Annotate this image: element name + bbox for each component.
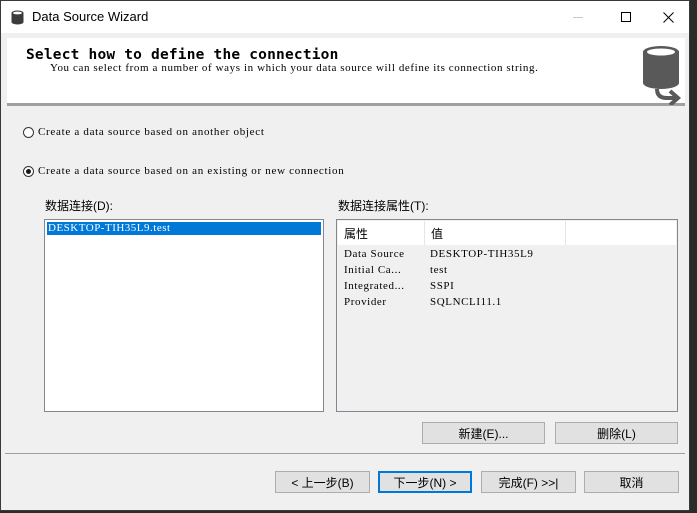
next-button[interactable]: 下一步(N) > bbox=[378, 471, 472, 493]
data-source-wizard-window: Data Source Wizard Select how to define … bbox=[0, 0, 690, 511]
maximize-button[interactable] bbox=[603, 1, 649, 33]
property-key: Provider bbox=[344, 296, 387, 308]
connections-label: 数据连接(D): bbox=[45, 199, 113, 213]
property-value: DESKTOP-TIH35L9 bbox=[430, 248, 534, 260]
delete-connection-button[interactable]: 删除(L) bbox=[555, 422, 678, 444]
radio-button[interactable] bbox=[23, 126, 34, 138]
database-arrow-icon bbox=[643, 46, 682, 105]
column-header[interactable]: 值 bbox=[425, 221, 566, 245]
wizard-header: Select how to define the connection You … bbox=[7, 38, 685, 106]
separator bbox=[5, 453, 685, 454]
minimize-button[interactable] bbox=[555, 1, 601, 33]
page-description: You can select from a number of ways in … bbox=[50, 62, 539, 74]
property-key: Initial Ca... bbox=[344, 264, 402, 276]
properties-grid[interactable]: 属性 值 Data Source DESKTOP-TIH35L9 Initial… bbox=[336, 219, 678, 412]
close-button[interactable] bbox=[645, 1, 691, 33]
back-button[interactable]: < 上一步(B) bbox=[275, 471, 370, 493]
page-title: Select how to define the connection bbox=[26, 47, 339, 63]
property-value: SQLNCLI11.1 bbox=[430, 296, 502, 308]
properties-label: 数据连接属性(T): bbox=[338, 199, 429, 213]
property-value: SSPI bbox=[430, 280, 455, 292]
property-key: Integrated... bbox=[344, 280, 405, 292]
option-label: Create a data source based on an existin… bbox=[38, 165, 345, 177]
finish-button[interactable]: 完成(F) >>| bbox=[481, 471, 576, 493]
cancel-button[interactable]: 取消 bbox=[584, 471, 679, 493]
property-value: test bbox=[430, 264, 448, 276]
maximize-icon bbox=[620, 11, 631, 22]
option-another-object[interactable]: Create a data source based on another ob… bbox=[23, 126, 265, 138]
minimize-icon bbox=[572, 16, 583, 18]
radio-button-selected[interactable] bbox=[23, 165, 34, 177]
title-bar[interactable]: Data Source Wizard bbox=[1, 1, 689, 33]
option-label: Create a data source based on another ob… bbox=[38, 126, 265, 138]
close-icon bbox=[662, 11, 674, 23]
database-icon bbox=[11, 10, 24, 25]
list-item[interactable]: DESKTOP-TIH35L9.test bbox=[47, 222, 321, 235]
option-existing-connection[interactable]: Create a data source based on an existin… bbox=[23, 165, 344, 177]
window-title: Data Source Wizard bbox=[32, 9, 149, 24]
column-header[interactable] bbox=[566, 221, 676, 245]
column-header[interactable]: 属性 bbox=[338, 221, 425, 245]
property-key: Data Source bbox=[344, 248, 405, 260]
properties-header: 属性 值 bbox=[338, 221, 676, 245]
connections-list[interactable]: DESKTOP-TIH35L9.test bbox=[44, 219, 324, 412]
new-connection-button[interactable]: 新建(E)... bbox=[422, 422, 545, 444]
